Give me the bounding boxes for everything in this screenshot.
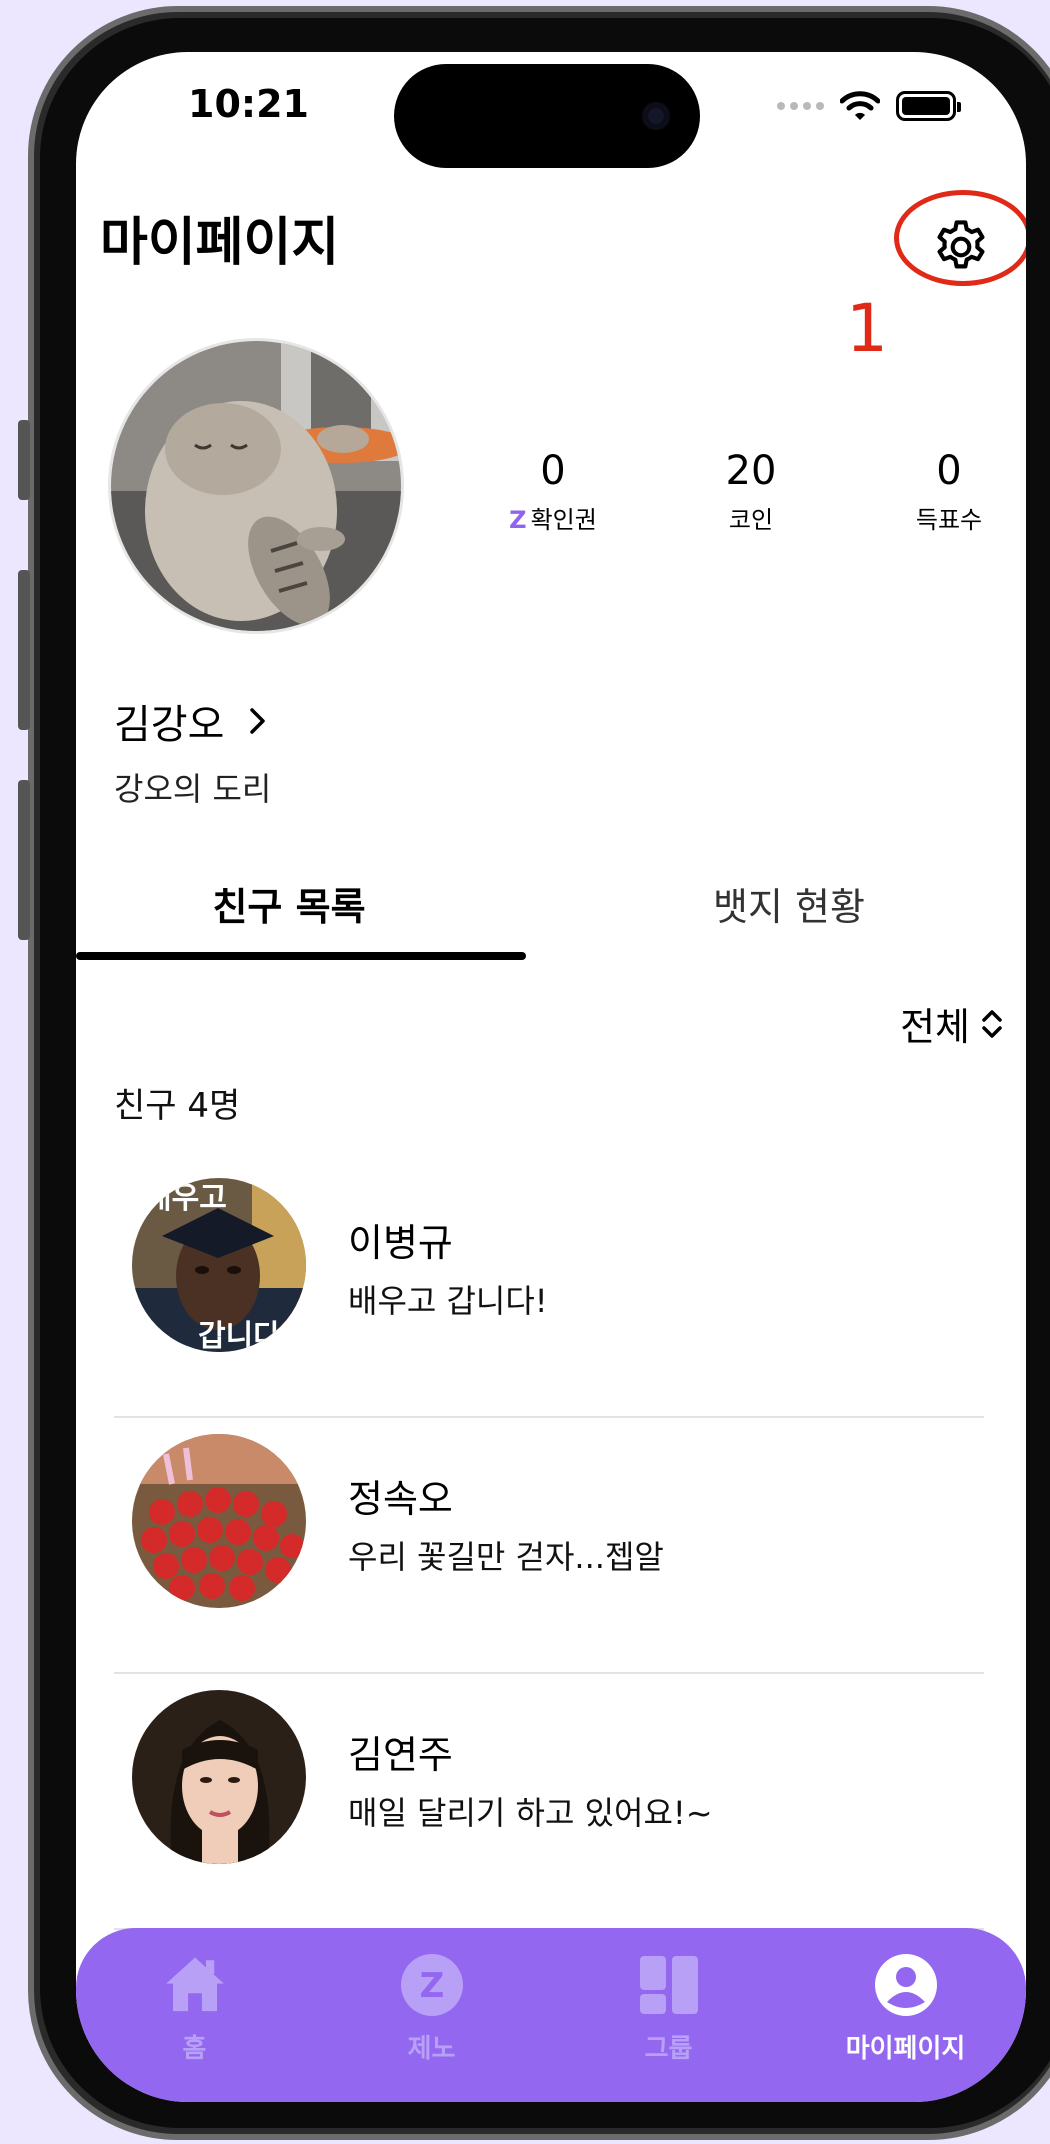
tab-bar: 친구 목록 뱃지 현황 [76,852,1026,962]
friend-status-message: 우리 꽃길만 걷자...젭알 [348,1538,664,1576]
friend-status-message: 배우고 갑니다! [348,1282,548,1320]
cellular-signal-icon [777,102,824,110]
friend-avatar [132,1690,306,1864]
friend-list-item[interactable]: 김연주 매일 달리기 하고 있어요!~ [114,1674,984,1930]
stat-label: 득표수 [915,506,983,534]
nav-item-home[interactable]: 홈 [76,1928,313,2102]
nav-label: 제노 [407,2034,456,2064]
app-screen: 10:21 마이페이지 1 0 Z 확인권 20 코인 0 득표수 김강오 강오… [76,52,1026,2102]
profile-name: 김강오 [114,702,225,748]
dynamic-island [394,64,700,168]
bottom-tab-bar: 홈 Z 제노 그룹 마이페이지 [76,1928,1026,2102]
friend-list: 배우고 갑니다 이병규 배우고 갑니다! 정속오 우리 꽃길만 걷자...젭알 … [114,1162,984,1930]
cat-photo [111,341,401,631]
annotation-circle [894,190,1026,286]
tab-badge-status[interactable]: 뱃지 현황 [576,852,1002,962]
friend-name: 이병규 [348,1221,453,1265]
friend-name: 김연주 [348,1733,453,1777]
profile-icon [874,1954,937,2016]
nav-label: 마이페이지 [845,2034,966,2064]
stats-row: 0 Z 확인권 20 코인 0 득표수 [454,448,1026,535]
svg-text:배우고: 배우고 [144,1181,227,1216]
zeno-icon: Z [400,1954,463,2016]
mute-switch [18,420,30,500]
volume-up-button [18,570,30,730]
friend-avatar: 배우고 갑니다 [132,1178,306,1352]
nav-label: 홈 [182,2034,207,2064]
status-icons [777,90,961,122]
status-time: 10:21 [188,82,309,126]
friend-count: 친구 4명 [114,1086,241,1126]
zeno-z-icon: Z [509,506,527,534]
profile-avatar[interactable] [108,338,404,634]
tab-active-indicator [76,952,526,960]
filter-label: 전체 [900,1005,970,1049]
friend-status-message: 매일 달리기 하고 있어요!~ [348,1794,713,1832]
page-title: 마이페이지 [100,213,340,273]
friend-avatar [132,1434,306,1608]
profile-name-link[interactable]: 김강오 [114,692,268,750]
nav-item-mypage[interactable]: 마이페이지 [787,1928,1024,2102]
annotation-number: 1 [846,290,888,367]
stat-tickets[interactable]: 0 Z 확인권 [454,448,652,535]
group-icon [639,1956,698,2014]
tab-friend-list[interactable]: 친구 목록 [76,852,502,962]
stat-value: 20 [725,448,777,494]
chevron-up-down-icon [982,1009,1002,1038]
friend-list-item[interactable]: 배우고 갑니다 이병규 배우고 갑니다! [114,1162,984,1418]
svg-text:갑니다: 갑니다 [198,1319,281,1352]
filter-dropdown[interactable]: 전체 [900,996,1004,1051]
volume-down-button [18,780,30,940]
friend-name: 정속오 [348,1477,453,1521]
nav-label: 그룹 [644,2034,693,2064]
battery-icon [896,91,961,121]
stat-coins[interactable]: 20 코인 [652,448,850,535]
chevron-right-icon [250,708,266,734]
nav-item-group[interactable]: 그룹 [550,1928,787,2102]
friend-list-item[interactable]: 정속오 우리 꽃길만 걷자...젭알 [114,1418,984,1674]
svg-text:Z: Z [419,1966,444,2006]
profile-bio: 강오의 도리 [114,770,272,808]
wifi-icon [840,91,880,120]
stat-value: 0 [540,448,566,494]
stat-label: 코인 [728,506,774,534]
nav-item-zeno[interactable]: Z 제노 [313,1928,550,2102]
stat-votes[interactable]: 0 득표수 [850,448,1026,535]
stat-label: Z 확인권 [509,506,597,534]
stat-value: 0 [936,448,962,494]
camera-icon [642,102,670,130]
home-icon [165,1957,224,2012]
